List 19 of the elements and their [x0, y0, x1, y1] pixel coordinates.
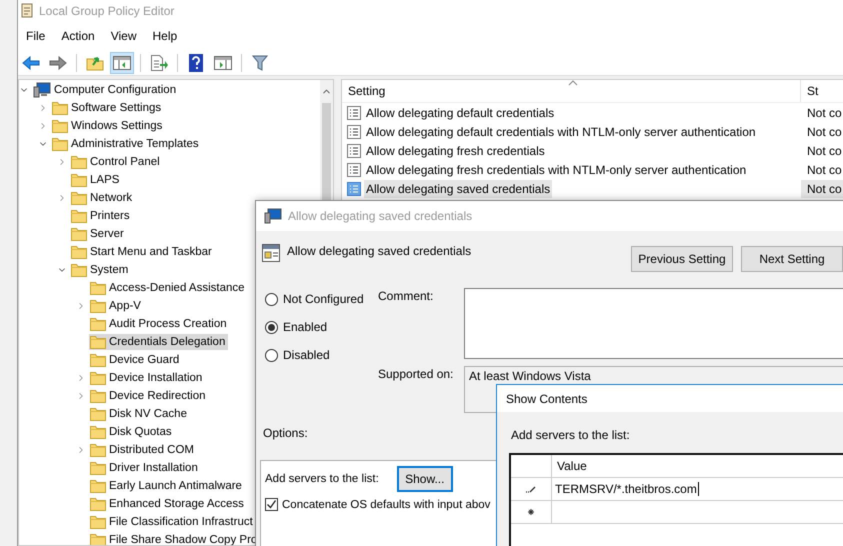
- comment-label: Comment:: [378, 288, 434, 305]
- policy-state: Not co: [801, 180, 843, 198]
- dialog-title: Allow delegating saved credentials: [288, 209, 472, 223]
- list-label: Add servers to the list:: [511, 428, 630, 442]
- checkbox-label: Concatenate OS defaults with input abov: [282, 498, 490, 510]
- policy-state: Not co: [806, 142, 843, 160]
- radio-label: Enabled: [283, 320, 328, 334]
- window-title: Local Group Policy Editor: [39, 4, 174, 18]
- radio-label: Not Configured: [283, 292, 364, 306]
- policy-state: Not co: [806, 162, 843, 178]
- option-label: Add servers to the list:: [265, 473, 379, 485]
- setting-heading: Allow delegating saved credentials: [287, 244, 472, 258]
- column-header: Value: [556, 458, 588, 475]
- supported-label: Supported on:: [378, 366, 454, 383]
- policy-state: Not co: [806, 124, 843, 140]
- radio-label: Disabled: [283, 348, 330, 362]
- options-label: Options:: [263, 426, 308, 440]
- dialog-title: Show Contents: [506, 392, 588, 406]
- policy-state: Not co: [806, 104, 843, 122]
